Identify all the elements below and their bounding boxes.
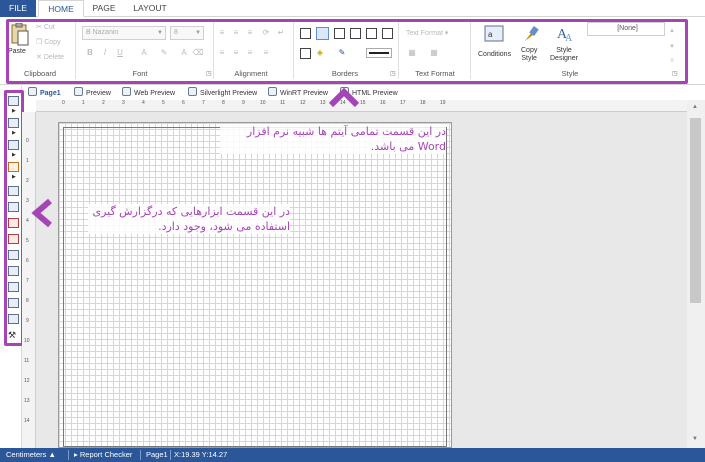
report-page[interactable]: [58, 122, 452, 448]
tab-silverlight-preview[interactable]: Silverlight Preview: [188, 87, 257, 99]
silverlight-preview-icon: [188, 87, 197, 96]
separator: [68, 450, 69, 460]
ruler-tick-label: 2: [102, 100, 105, 106]
ruler-tick-label: 4: [142, 100, 145, 106]
tab-silverlight-preview-label: Silverlight Preview: [200, 90, 258, 97]
ruler-tick-label: 13: [320, 100, 326, 106]
annotation-arrow-left-icon: [31, 198, 52, 228]
ruler-tick-label: 7: [202, 100, 205, 106]
annotation-left-text: در این قسمت ابزارهایی که درگزارش گیری اس…: [88, 204, 290, 234]
ruler-tick-label: 0: [26, 138, 29, 144]
ruler-tick-label: 14: [24, 418, 30, 424]
annotation-top-text: در این قسمت تمامی آیتم ها شبیه نرم افزار…: [220, 124, 446, 154]
tab-preview-label: Preview: [86, 90, 111, 97]
tab-web-preview-label: Web Preview: [134, 90, 176, 97]
page-icon: [28, 87, 37, 96]
separator: [140, 450, 141, 460]
report-checker-button[interactable]: ▸ Report Checker: [74, 448, 132, 462]
ruler-tick-label: 9: [26, 318, 29, 324]
ruler-tick-label: 4: [26, 218, 29, 224]
chevron-up-icon: ▲: [48, 450, 56, 459]
ruler-tick-label: 11: [24, 358, 30, 364]
ruler-tick-label: 11: [280, 100, 286, 106]
winrt-preview-icon: [268, 87, 277, 96]
toolbox-highlight-frame: [4, 90, 24, 346]
ruler-tick-label: 3: [26, 198, 29, 204]
ruler-tick-label: 2: [26, 178, 29, 184]
page-margin-frame: [63, 127, 447, 447]
preview-tabs: Page1 Preview Web Preview Silverlight Pr…: [22, 86, 705, 100]
ruler-tick-label: 6: [26, 258, 29, 264]
scroll-down-arrow-icon[interactable]: ▼: [692, 436, 698, 442]
tab-web-preview[interactable]: Web Preview: [122, 87, 175, 99]
ruler-tick-label: 9: [242, 100, 245, 106]
vertical-scrollbar[interactable]: ▲ ▼: [687, 100, 705, 448]
tab-preview[interactable]: Preview: [74, 87, 111, 99]
design-canvas[interactable]: [36, 112, 687, 448]
ruler-tick-label: 16: [380, 100, 386, 106]
tab-page1[interactable]: Page1: [28, 87, 61, 99]
report-checker-label: Report Checker: [79, 450, 133, 459]
ruler-tick-label: 12: [300, 100, 306, 106]
annotation-arrow-up-icon: [328, 87, 360, 107]
ruler-tick-label: 8: [222, 100, 225, 106]
tab-home[interactable]: HOME: [38, 0, 84, 17]
menu-bar: FILE HOME PAGE LAYOUT: [0, 0, 705, 17]
preview-icon: [74, 87, 83, 96]
ruler-tick-label: 19: [440, 100, 446, 106]
ruler-tick-label: 5: [162, 100, 165, 106]
ruler-tick-label: 10: [24, 338, 30, 344]
ruler-tick-label: 17: [400, 100, 406, 106]
ruler-horizontal: 0 1 2 3 4 5 6 7 8 9 10 11 12 13 14 15 16…: [36, 100, 687, 112]
ruler-tick-label: 13: [24, 398, 30, 404]
tab-layout[interactable]: LAYOUT: [124, 0, 176, 17]
web-preview-icon: [122, 87, 131, 96]
tab-page[interactable]: PAGE: [84, 0, 124, 17]
units-label: Centimeters: [6, 450, 47, 459]
tab-page1-label: Page1: [40, 90, 61, 97]
toolbox: ▶ ▶ ▶ ▶ ⚒: [0, 86, 24, 448]
tab-winrt-preview[interactable]: WinRT Preview: [268, 87, 328, 99]
ruler-tick-label: 5: [26, 238, 29, 244]
ruler-vertical: 0 1 2 3 4 5 6 7 8 9 10 11 12 13 14: [22, 112, 36, 448]
ruler-tick-label: 7: [26, 278, 29, 284]
current-page-label: Page1: [146, 450, 168, 459]
ruler-tick-label: 0: [62, 100, 65, 106]
ribbon-highlight-frame: [6, 19, 688, 84]
ruler-tick-label: 15: [360, 100, 366, 106]
tab-file[interactable]: FILE: [0, 0, 36, 17]
separator: [170, 450, 171, 460]
ruler-tick-label: 1: [26, 158, 29, 164]
ruler-tick-label: 3: [122, 100, 125, 106]
scroll-up-arrow-icon[interactable]: ▲: [692, 104, 698, 110]
units-selector[interactable]: Centimeters ▲: [6, 448, 56, 462]
ruler-tick-label: 10: [260, 100, 266, 106]
ruler-tick-label: 1: [82, 100, 85, 106]
cursor-coordinates: X:19.39 Y:14.27: [174, 450, 228, 459]
ruler-tick-label: 18: [420, 100, 426, 106]
scrollbar-thumb[interactable]: [690, 118, 701, 303]
status-bar: Centimeters ▲ ▸ Report Checker Page1 X:1…: [0, 448, 705, 462]
ruler-tick-label: 8: [26, 298, 29, 304]
ruler-tick-label: 6: [182, 100, 185, 106]
tab-winrt-preview-label: WinRT Preview: [280, 90, 328, 97]
ruler-tick-label: 12: [24, 378, 30, 384]
ribbon: Paste ✂ Cut ❐ Copy ✕ Delete Clipboard B …: [0, 17, 705, 85]
